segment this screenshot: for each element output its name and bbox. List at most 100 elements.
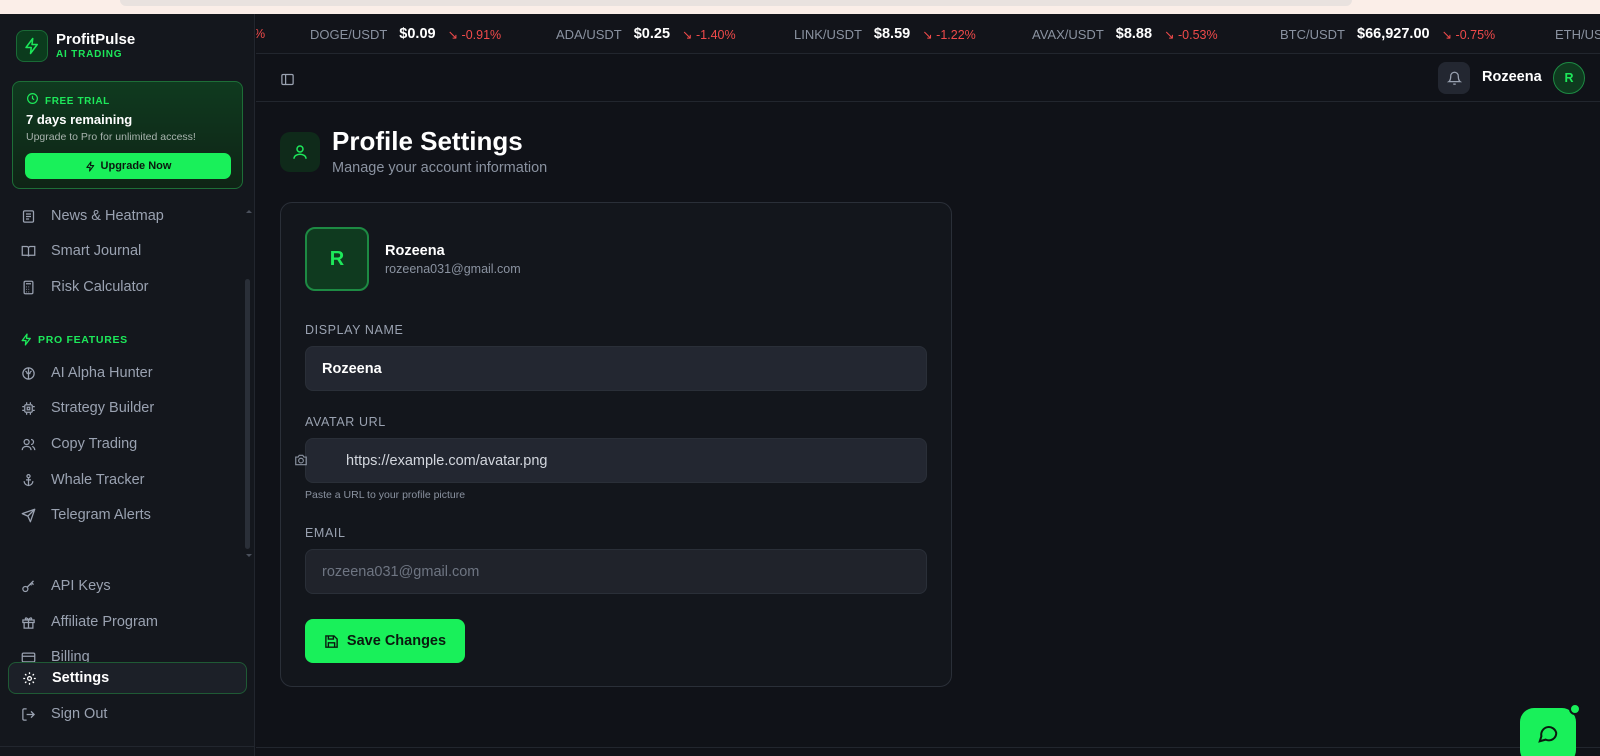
- sidebar-item-whale-tracker[interactable]: Whale Tracker: [8, 464, 247, 496]
- newspaper-icon: [20, 208, 36, 224]
- sidebar-item-settings[interactable]: Settings: [8, 662, 247, 694]
- price-ticker: % DOGE/USDT $0.09 ↘ -0.91% ADA/USDT $0.2…: [256, 14, 1600, 54]
- ticker-price: $0.09: [399, 26, 436, 42]
- book-open-icon: [20, 243, 36, 259]
- pro-features-label: PRO FEATURES: [38, 333, 128, 346]
- sidebar-item-strategy-builder[interactable]: Strategy Builder: [8, 392, 247, 424]
- lightning-icon: [16, 30, 48, 62]
- ticker-symbol: ADA/USDT: [556, 26, 622, 42]
- sidebar-item-telegram-alerts[interactable]: Telegram Alerts: [8, 499, 247, 531]
- scroll-down-arrow[interactable]: [246, 554, 252, 557]
- ticker-item[interactable]: DOGE/USDT $0.09 ↘ -0.91%: [310, 14, 502, 53]
- sidebar-item-label: Sign Out: [51, 706, 108, 722]
- brand[interactable]: ProfitPulse AI TRADING: [16, 30, 135, 62]
- save-icon: [325, 634, 338, 648]
- upgrade-now-button[interactable]: Upgrade Now: [25, 153, 231, 179]
- profile-name: Rozeena: [385, 243, 445, 259]
- sidebar-item-news-heatmap[interactable]: News & Heatmap: [8, 200, 247, 232]
- lightning-icon: [21, 333, 31, 346]
- brain-icon: [20, 365, 36, 381]
- sidebar-item-label: Risk Calculator: [51, 279, 149, 295]
- header-avatar[interactable]: R: [1553, 62, 1585, 94]
- sidebar-item-risk-calculator[interactable]: Risk Calculator: [8, 271, 247, 303]
- chat-online-indicator: [1569, 703, 1581, 715]
- log-out-icon: [20, 706, 36, 722]
- ticker-price: $8.59: [873, 26, 911, 42]
- sidebar-item-label: Copy Trading: [51, 436, 138, 452]
- page-title: Profile Settings: [332, 126, 523, 156]
- lightning-icon: [85, 160, 94, 172]
- sidebar-item-affiliate-program[interactable]: Affiliate Program: [8, 606, 247, 638]
- top-header: Rozeena R: [256, 54, 1600, 102]
- save-changes-button[interactable]: Save Changes: [305, 619, 465, 663]
- ticker-change: ↘ -0.75%: [1441, 27, 1496, 42]
- ticker-change: ↘ -0.53%: [1164, 27, 1218, 42]
- email-field: [305, 549, 927, 594]
- profile-email: rozeena031@gmail.com: [385, 262, 521, 276]
- key-icon: [20, 578, 36, 594]
- ticker-change: %: [256, 27, 265, 41]
- browser-address-pill: [120, 0, 1352, 6]
- sidebar-item-label: Strategy Builder: [51, 400, 155, 416]
- ticker-item[interactable]: %: [256, 14, 265, 53]
- content-divider: [256, 747, 1600, 748]
- gear-icon: [21, 670, 37, 686]
- ticker-item[interactable]: ETH/USDT: [1555, 14, 1600, 53]
- user-icon: [280, 132, 320, 172]
- email-label: EMAIL: [305, 526, 346, 540]
- ticker-symbol: LINK/USDT: [794, 26, 862, 42]
- sidebar-item-label: Whale Tracker: [51, 472, 145, 488]
- ticker-symbol: ETH/USDT: [1555, 26, 1600, 42]
- sidebar-item-api-keys[interactable]: API Keys: [8, 570, 247, 602]
- send-icon: [20, 507, 36, 523]
- ticker-symbol: DOGE/USDT: [310, 26, 388, 42]
- page-subtitle: Manage your account information: [332, 160, 548, 176]
- sidebar-item-ai-alpha-hunter[interactable]: AI Alpha Hunter: [8, 357, 247, 389]
- users-icon: [20, 436, 36, 452]
- profile-card: R Rozeena rozeena031@gmail.com DISPLAY N…: [280, 202, 952, 687]
- gift-icon: [20, 614, 36, 630]
- ticker-change: ↘ -0.91%: [447, 27, 502, 42]
- sidebar-item-label: Smart Journal: [51, 243, 142, 259]
- ticker-item[interactable]: ADA/USDT $0.25 ↘ -1.40%: [556, 14, 736, 53]
- clock-icon: [26, 92, 39, 110]
- avatar-url-help: Paste a URL to your profile picture: [305, 489, 466, 501]
- sidebar-item-label: Settings: [52, 670, 110, 686]
- bell-icon: [1446, 71, 1462, 85]
- display-name-input[interactable]: [305, 346, 927, 391]
- sidebar-divider: [0, 746, 255, 747]
- ticker-symbol: AVAX/USDT: [1032, 26, 1104, 42]
- upgrade-now-label: Upgrade Now: [100, 160, 172, 172]
- ticker-item[interactable]: LINK/USDT $8.59 ↘ -1.22%: [794, 14, 976, 53]
- ticker-item[interactable]: BTC/USDT $66,927.00 ↘ -0.75%: [1280, 14, 1496, 53]
- chat-icon: [1538, 726, 1558, 743]
- cpu-icon: [20, 400, 36, 416]
- ticker-item[interactable]: AVAX/USDT $8.88 ↘ -0.53%: [1032, 14, 1218, 53]
- ticker-price: $0.25: [633, 26, 671, 42]
- ticker-price: $66,927.00: [1357, 26, 1430, 42]
- sidebar-item-label: AI Alpha Hunter: [51, 365, 153, 381]
- calculator-icon: [20, 279, 36, 295]
- trial-description: Upgrade to Pro for unlimited access!: [26, 131, 196, 143]
- chat-support-button[interactable]: [1520, 708, 1576, 756]
- header-username[interactable]: Rozeena: [1482, 69, 1542, 85]
- sidebar-item-label: News & Heatmap: [51, 208, 164, 224]
- brand-subtitle: AI TRADING: [56, 48, 123, 60]
- camera-icon: [293, 452, 309, 468]
- free-trial-card: FREE TRIAL 7 days remaining Upgrade to P…: [12, 81, 243, 189]
- sidebar-toggle-icon[interactable]: [278, 70, 296, 88]
- ticker-price: $8.88: [1115, 26, 1153, 42]
- browser-top-strip: [0, 0, 1600, 14]
- sidebar-item-copy-trading[interactable]: Copy Trading: [8, 428, 247, 460]
- trial-tag: FREE TRIAL: [45, 95, 110, 107]
- avatar-url-input[interactable]: [305, 438, 927, 483]
- ticker-change: ↘ -1.22%: [922, 27, 976, 42]
- profile-avatar: R: [305, 227, 369, 291]
- sidebar-item-smart-journal[interactable]: Smart Journal: [8, 235, 247, 267]
- sidebar-item-sign-out[interactable]: Sign Out: [8, 698, 247, 730]
- notifications-button[interactable]: [1438, 62, 1470, 94]
- ticker-symbol: BTC/USDT: [1280, 26, 1345, 42]
- avatar-url-label: AVATAR URL: [305, 415, 386, 429]
- anchor-icon: [20, 472, 36, 488]
- brand-name: ProfitPulse: [56, 30, 136, 48]
